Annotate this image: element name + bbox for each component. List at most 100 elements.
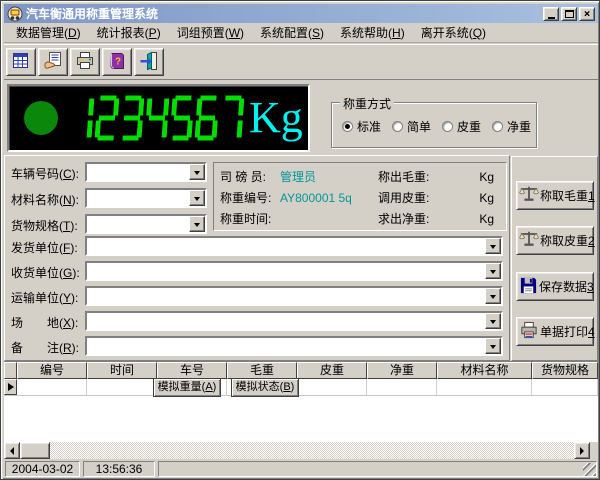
current-row-indicator[interactable]: [4, 379, 17, 395]
print-icon: [75, 51, 95, 74]
data-grid-button[interactable]: [6, 48, 36, 76]
led-digits: [69, 95, 244, 141]
print-receipt-button[interactable]: 单据打印4: [516, 317, 594, 346]
report-preview-button[interactable]: [38, 48, 68, 76]
save-data-button[interactable]: 保存数据3: [516, 272, 594, 301]
help-button[interactable]: ?: [102, 48, 132, 76]
menu-item-S[interactable]: 系统配置(S): [252, 22, 332, 43]
chevron-down-icon[interactable]: [485, 238, 501, 254]
table-row[interactable]: [4, 379, 598, 396]
radio-label: 标准: [357, 118, 381, 135]
status-time: 13:56:36: [83, 461, 155, 477]
column-header-0: 编号: [17, 362, 87, 379]
led-unit: Kg: [249, 97, 303, 139]
weigh-mode-option-3[interactable]: 净重: [492, 118, 531, 135]
simulate-weight-button[interactable]: 模拟重量(A): [153, 378, 221, 397]
status-lamp-icon: [24, 101, 58, 135]
radio-label: 净重: [507, 118, 531, 135]
weigh-time-label: 称重时间:: [220, 210, 280, 227]
chevron-down-icon[interactable]: [189, 190, 205, 206]
column-header-4: 皮重: [297, 362, 367, 379]
field-label-X: 场 地(X):: [11, 314, 78, 330]
weigh-gross-button[interactable]: 称取毛重1: [516, 181, 594, 210]
exit-button[interactable]: [134, 48, 164, 76]
weigh-mode-option-1[interactable]: 简单: [392, 118, 431, 135]
record-no-value: AY800001 5q: [280, 191, 378, 205]
menu-bar: 数据管理(D)统计报表(P)词组预置(W)系统配置(S)系统帮助(H)离开系统(…: [4, 23, 598, 43]
save-icon: [519, 276, 538, 298]
combo-C[interactable]: [85, 162, 207, 182]
radio-icon: [442, 121, 453, 132]
combo-T[interactable]: [85, 214, 207, 234]
weigh-mode-options: 标准简单皮重 净重: [342, 118, 531, 135]
table-cell-0: [17, 379, 87, 395]
led-weight-display: Kg: [7, 84, 310, 152]
column-header-3: 毛重: [227, 362, 297, 379]
tare-label: 调用皮重:: [378, 189, 442, 206]
combo-N[interactable]: [85, 188, 207, 208]
help-icon: ?: [107, 51, 127, 74]
scrollbar-thumb[interactable]: [20, 442, 50, 459]
print-button[interactable]: [70, 48, 100, 76]
field-label-Y: 运输单位(Y):: [11, 289, 78, 305]
column-header-1: 时间: [87, 362, 157, 379]
field-label-R: 备 注(R):: [11, 339, 79, 355]
menu-item-D[interactable]: 数据管理(D): [8, 22, 89, 43]
operator-label: 司 磅 员:: [220, 168, 280, 185]
action-label: 称取毛重1: [540, 187, 595, 204]
row-arrow-icon: [8, 383, 14, 391]
field-label-N: 材料名称(N):: [11, 191, 79, 207]
window-title: 汽车衡通用称重管理系统: [26, 5, 541, 22]
app-icon: [7, 6, 23, 22]
chevron-down-icon[interactable]: [485, 313, 501, 329]
scroll-right-button[interactable]: [574, 442, 590, 459]
tare-unit: Kg: [442, 191, 500, 205]
menu-item-H[interactable]: 系统帮助(H): [332, 22, 413, 43]
menu-item-P[interactable]: 统计报表(P): [89, 22, 169, 43]
combo-X[interactable]: [85, 311, 503, 331]
resize-grip[interactable]: [583, 463, 596, 476]
combo-Y[interactable]: [85, 286, 503, 306]
combo-R[interactable]: [85, 336, 503, 356]
action-label: 称取皮重2: [540, 232, 595, 249]
maximize-icon: [565, 10, 574, 18]
menu-item-W[interactable]: 词组预置(W): [169, 22, 252, 43]
menu-item-Q[interactable]: 离开系统(Q): [413, 22, 494, 43]
minimize-button[interactable]: [543, 7, 559, 21]
records-grid: 编号时间车号毛重皮重净重材料名称货物规格: [4, 361, 598, 442]
chevron-down-icon[interactable]: [189, 164, 205, 180]
scale-icon: [519, 229, 539, 252]
close-button[interactable]: ×: [579, 7, 595, 21]
column-header-5: 净重: [367, 362, 437, 379]
table-cell-1: [87, 379, 157, 395]
maximize-button[interactable]: [561, 7, 577, 21]
chevron-down-icon[interactable]: [485, 338, 501, 354]
chevron-down-icon[interactable]: [189, 216, 205, 232]
radio-icon: [342, 121, 353, 132]
simulate-status-button[interactable]: 模拟状态(B): [231, 378, 299, 397]
toolbar: ?: [4, 44, 598, 80]
action-panel: 称取毛重1 称取皮重2 保存数据3 单据打印4: [511, 156, 598, 361]
scale-icon: [519, 184, 539, 207]
chevron-down-icon[interactable]: [485, 288, 501, 304]
field-label-G: 收货单位(G):: [11, 264, 80, 280]
weigh-mode-option-2[interactable]: 皮重: [442, 118, 481, 135]
title-bar: 汽车衡通用称重管理系统 ×: [4, 4, 598, 23]
column-header-2: 车号: [157, 362, 227, 379]
scroll-left-button[interactable]: [4, 442, 20, 459]
report-preview-icon: [43, 51, 63, 74]
field-label-T: 货物规格(T):: [11, 217, 78, 233]
receipt-print-icon: [519, 321, 539, 343]
combo-G[interactable]: [85, 261, 503, 281]
combo-F[interactable]: [85, 236, 503, 256]
weigh-tare-button[interactable]: 称取皮重2: [516, 226, 594, 255]
table-cell-6: [437, 379, 532, 395]
operator-value: 管理员: [280, 168, 378, 185]
svg-text:?: ?: [115, 56, 121, 67]
horizontal-scrollbar[interactable]: [4, 442, 590, 459]
weigh-mode-option-0[interactable]: 标准: [342, 118, 381, 135]
radio-icon: [492, 121, 503, 132]
weigh-info-box: 司 磅 员: 管理员 称出毛重: Kg 称重编号: AY800001 5q 调用…: [213, 162, 507, 231]
chevron-down-icon[interactable]: [485, 263, 501, 279]
table-cell-4: [297, 379, 367, 395]
